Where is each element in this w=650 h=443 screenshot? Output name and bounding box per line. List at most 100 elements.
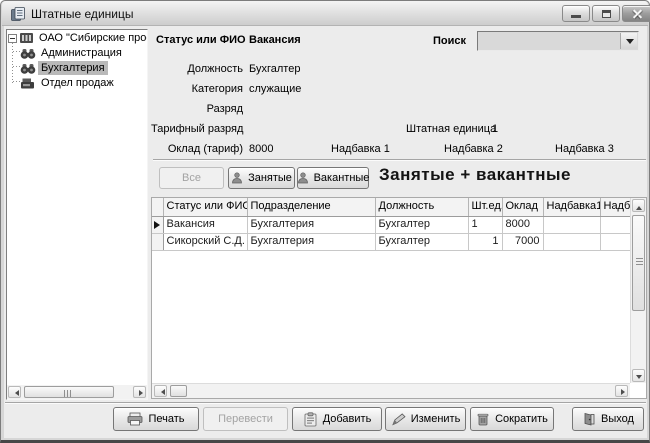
transfer-label: Перевести — [218, 413, 273, 425]
current-row-indicator — [152, 216, 163, 233]
column-header-salary: Оклад — [502, 198, 543, 216]
filter-busy-label: Занятые — [248, 172, 292, 184]
grid-header-row: Статус или ФИО Подразделение Должность Ш… — [152, 198, 630, 216]
scroll-down-button[interactable] — [632, 369, 645, 382]
filter-vacant-button[interactable]: Вакантные — [297, 167, 369, 189]
staff-unit-label: Штатная единица — [406, 123, 496, 135]
filter-busy-button[interactable]: Занятые — [228, 167, 295, 189]
filter-all-button[interactable]: Все — [159, 167, 224, 189]
grid-horizontal-scrollbar[interactable] — [152, 383, 630, 398]
scroll-right-button[interactable] — [133, 386, 146, 398]
transfer-button[interactable]: Перевести — [203, 407, 288, 431]
cell-units[interactable]: 1 — [468, 216, 502, 233]
cell-salary[interactable]: 8000 — [502, 216, 543, 233]
filter-result-header: Занятые + вакантные — [379, 165, 571, 185]
add-button[interactable]: Добавить — [292, 407, 382, 431]
category-label: Категория — [151, 83, 243, 95]
organization-icon — [19, 31, 35, 45]
position-label: Должность — [151, 63, 243, 75]
thumb-grip — [636, 258, 643, 267]
table-row[interactable]: Сикорский С.Д. Бухгалтерия Бухгалтер 1 7… — [152, 233, 630, 250]
tree-connector — [12, 43, 13, 84]
tree-connector — [13, 81, 20, 82]
chevron-down-icon — [626, 39, 634, 48]
scrollbar-thumb[interactable] — [170, 385, 187, 397]
department-tree: ОАО "Сибирские прос Администрация — [6, 29, 148, 400]
exit-button[interactable]: Выход — [572, 407, 644, 431]
search-combobox[interactable] — [477, 31, 639, 51]
grid-vertical-scrollbar[interactable] — [630, 198, 646, 383]
close-icon — [632, 13, 643, 15]
minimize-button[interactable] — [562, 5, 590, 22]
cell-position[interactable]: Бухгалтер — [375, 233, 468, 250]
status-field-label: Статус или ФИО — [156, 34, 246, 46]
cell-status[interactable]: Сикорский С.Д. — [163, 233, 247, 250]
search-dropdown-button[interactable] — [620, 33, 637, 49]
cell-bonus1[interactable] — [543, 216, 600, 233]
cell-bonus2[interactable] — [600, 216, 630, 233]
tree-connector — [13, 66, 20, 67]
tree-horizontal-scrollbar[interactable] — [7, 385, 147, 399]
binoculars-icon — [20, 47, 36, 61]
scroll-right-button[interactable] — [615, 385, 628, 397]
position-value: Бухгалтер — [249, 63, 300, 75]
close-button[interactable] — [622, 5, 650, 22]
exit-label: Выход — [601, 413, 634, 425]
scroll-up-button[interactable] — [632, 199, 645, 212]
binoculars-icon — [20, 62, 36, 76]
client-area: ОАО "Сибирские прос Администрация — [4, 26, 647, 438]
thumb-grip — [64, 390, 73, 397]
title-bar: Штатные единицы — [2, 1, 648, 26]
tree-item-accounting[interactable]: Бухгалтерия — [20, 61, 108, 76]
cell-department[interactable]: Бухгалтерия — [247, 216, 375, 233]
scroll-left-button[interactable] — [154, 385, 167, 397]
cell-salary[interactable]: 7000 — [502, 233, 543, 250]
filter-vacant-label: Вакантные — [314, 172, 370, 184]
status-field-value: Вакансия — [249, 34, 301, 46]
tree-connector — [13, 51, 20, 52]
category-value: служащие — [249, 83, 301, 95]
tree-collapse-toggle[interactable] — [8, 34, 17, 43]
tree-item-sales[interactable]: Отдел продаж — [20, 76, 117, 91]
staff-unit-value: 1 — [492, 123, 498, 135]
salary-label: Оклад (тариф) — [151, 143, 243, 155]
salary-value: 8000 — [249, 143, 273, 155]
scroll-right-icon — [621, 389, 628, 395]
cell-units[interactable]: 1 — [468, 233, 502, 250]
column-header-status: Статус или ФИО — [163, 198, 247, 216]
scrollbar-thumb[interactable] — [632, 215, 645, 311]
edit-button[interactable]: Изменить — [385, 407, 466, 431]
cell-department[interactable]: Бухгалтерия — [247, 233, 375, 250]
bonus1-label: Надбавка 1 — [331, 143, 390, 155]
column-header-bonus1: Надбавка1 — [543, 198, 600, 216]
cell-status[interactable]: Вакансия — [163, 216, 247, 233]
tree-item-label: Отдел продаж — [38, 76, 117, 90]
divider — [5, 402, 646, 404]
cell-bonus1[interactable] — [543, 233, 600, 250]
staff-grid: Статус или ФИО Подразделение Должность Ш… — [151, 197, 647, 399]
bonus2-label: Надбавка 2 — [444, 143, 503, 155]
minimize-icon — [571, 15, 581, 18]
pencil-icon — [391, 413, 406, 426]
scroll-up-icon — [636, 203, 642, 210]
tree-item-label-selected: Бухгалтерия — [38, 61, 108, 75]
reduce-button[interactable]: Сократить — [470, 407, 554, 431]
maximize-button[interactable] — [592, 5, 620, 22]
column-header-department: Подразделение — [247, 198, 375, 216]
tree-item-administration[interactable]: Администрация — [20, 46, 125, 61]
cell-position[interactable]: Бухгалтер — [375, 216, 468, 233]
app-window: Штатные единицы ОАО "Сибирские прос — [0, 0, 650, 443]
trash-icon — [476, 412, 490, 426]
scrollbar-thumb[interactable] — [24, 386, 114, 398]
person-icon — [231, 172, 243, 184]
row-marker-icon — [154, 221, 163, 229]
column-header-bonus2: Надбавка2 — [600, 198, 630, 216]
tree-item-company[interactable]: ОАО "Сибирские прос — [19, 31, 148, 46]
cell-bonus2[interactable] — [600, 233, 630, 250]
scroll-left-button[interactable] — [8, 386, 21, 398]
scroll-right-icon — [139, 390, 146, 396]
window-title: Штатные единицы — [31, 7, 133, 21]
print-button[interactable]: Печать — [113, 407, 199, 431]
reduce-label: Сократить — [495, 413, 548, 425]
table-row[interactable]: Вакансия Бухгалтерия Бухгалтер 1 8000 — [152, 216, 630, 233]
